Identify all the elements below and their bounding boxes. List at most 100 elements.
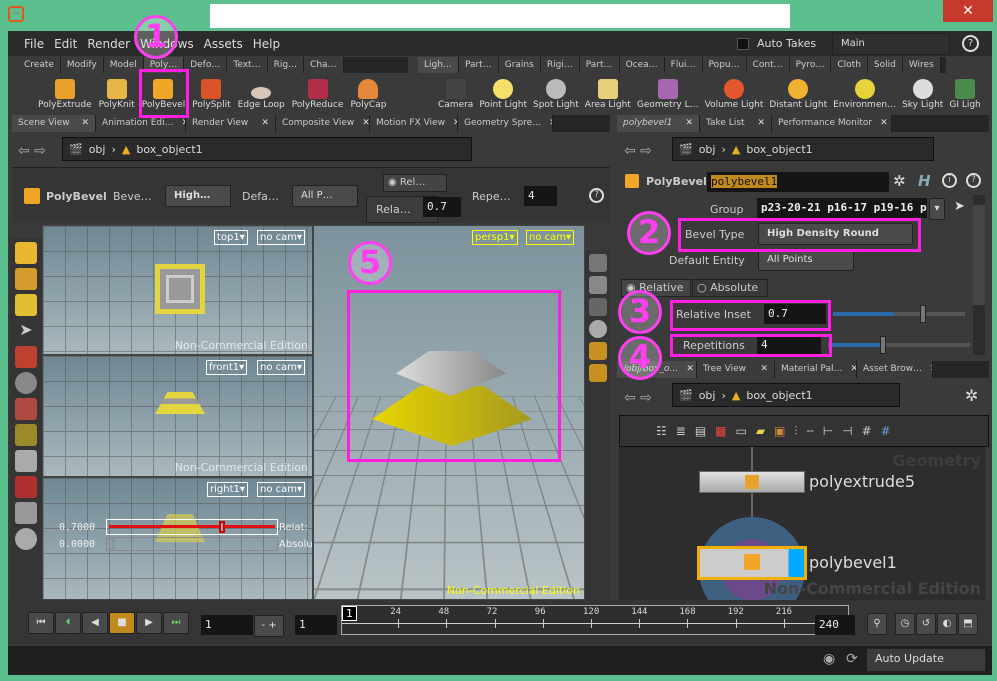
handle-tool-icon[interactable] <box>15 294 37 316</box>
audio-icon[interactable]: ◐ <box>937 613 957 635</box>
persp-view-menu[interactable]: persp1▾ <box>472 230 518 245</box>
tree-icon[interactable]: ☷ <box>656 424 667 438</box>
current-frame-field[interactable]: 1 <box>201 615 253 635</box>
render-icon[interactable] <box>15 528 37 550</box>
path-obj[interactable]: obj <box>699 143 716 156</box>
align-icon[interactable]: ⫶ <box>794 424 797 439</box>
viewport-front[interactable]: front1▾ no cam▾ Non-Commercial Edition <box>42 355 313 477</box>
tab-take-list[interactable]: Take List ✕ <box>700 115 772 132</box>
transform-tool-icon[interactable] <box>15 268 37 290</box>
menu-help[interactable]: Help <box>253 37 280 51</box>
box-icon[interactable]: ▭ <box>736 424 747 438</box>
rotate-icon[interactable] <box>15 372 37 394</box>
loop-icon[interactable]: ↺ <box>916 613 936 635</box>
tool-polyextrude[interactable]: PolyExtrude <box>38 79 92 110</box>
shelf-tab-create[interactable]: Create <box>18 57 61 74</box>
rel-tab[interactable]: ◉ Rel… <box>383 174 447 192</box>
node-polybevel1[interactable] <box>697 546 807 580</box>
camera-menu[interactable]: no cam▾ <box>526 230 575 245</box>
grid-icon[interactable]: # <box>881 424 891 438</box>
align-left-icon[interactable]: ⊢ <box>823 424 833 438</box>
shelf-tab-model[interactable]: Model <box>103 57 144 74</box>
path-obj[interactable]: obj <box>699 389 716 402</box>
menu-render[interactable]: Render <box>87 37 130 51</box>
path-obj[interactable]: obj <box>89 143 106 156</box>
global-anim-icon[interactable]: ⬒ <box>958 613 978 635</box>
shelf-tab-lights[interactable]: Ligh… <box>418 57 459 74</box>
shelf-tab-rigging[interactable]: Rig… <box>267 57 305 74</box>
render-ball-icon[interactable] <box>588 364 607 382</box>
path-object[interactable]: box_object1 <box>746 143 812 156</box>
list-icon[interactable]: ≣ <box>676 424 686 438</box>
scale-icon[interactable] <box>15 398 37 420</box>
snap-icon[interactable] <box>588 298 607 316</box>
magnet-icon[interactable] <box>15 476 37 498</box>
shelf-tab-modify[interactable]: Modify <box>60 57 104 74</box>
tab-absolute[interactable]: ○ Absolute <box>692 279 768 297</box>
close-button[interactable]: ✕ <box>943 0 993 22</box>
tool-edge-loop[interactable]: Edge Loop <box>238 87 285 110</box>
absolute-inset-handle[interactable] <box>106 537 278 551</box>
frame-step-buttons[interactable]: - + <box>254 615 284 637</box>
tab-tree-view[interactable]: Tree View ✕ <box>697 361 775 378</box>
info-icon[interactable]: i <box>942 173 957 188</box>
start-frame-field[interactable]: 1 <box>295 615 337 635</box>
sticky-note-icon[interactable]: ▰ <box>756 424 765 438</box>
palette-icon[interactable]: ▦ <box>715 424 726 438</box>
align-right-icon[interactable]: ⊣ <box>842 424 852 438</box>
arrow-select-icon[interactable]: ➤ <box>15 320 37 342</box>
scene-path-bar[interactable]: 🎬 obj › ▲ box_object1 <box>62 137 472 161</box>
tool-polyreduce[interactable]: PolyReduce <box>292 79 343 110</box>
relative-inset-handle[interactable] <box>106 519 278 535</box>
tab-render-view[interactable]: Render View ✕ <box>186 115 276 132</box>
viewport-right[interactable]: right1▾ no cam▾ 0.7000 Relat: 0.0000 Abs… <box>42 477 313 600</box>
auto-takes-checkbox[interactable] <box>737 38 749 50</box>
light-icon[interactable] <box>588 342 607 360</box>
tab-performance-monitor[interactable]: Performance Monitor ✕ <box>772 115 892 132</box>
frame-marker[interactable]: 1 <box>342 606 357 621</box>
tool-gi-light[interactable]: GI Ligh <box>949 79 981 110</box>
keyframe-icon[interactable]: ⚲ <box>867 613 887 635</box>
shelf-tab-container[interactable]: Cont… <box>746 57 790 74</box>
refresh-icon[interactable]: ⟳ <box>846 651 858 667</box>
play-reverse-button[interactable]: ◀ <box>82 612 108 634</box>
subnet-icon[interactable]: ▣ <box>774 424 785 438</box>
tool-polyknit[interactable]: PolyKnit <box>99 79 135 110</box>
camera-menu[interactable]: no cam▾ <box>257 360 306 375</box>
repe-field[interactable]: 4 <box>524 186 557 206</box>
play-button[interactable]: ▶ <box>136 612 162 634</box>
select-arrow-icon[interactable]: ➤ <box>954 199 965 214</box>
tab-asset-browser[interactable]: Asset Brow…✕ <box>857 361 933 378</box>
brain-icon[interactable]: ◉ <box>823 651 835 667</box>
menu-edit[interactable]: Edit <box>54 37 77 51</box>
param-path-bar[interactable]: 🎬 obj › ▲ box_object1 <box>672 137 934 161</box>
network-nav-arrows[interactable]: ⇦ ⇨ <box>624 390 652 406</box>
shelf-tab-ocean[interactable]: Ocea… <box>619 57 665 74</box>
realtime-icon[interactable]: ◷ <box>895 613 915 635</box>
shelf-tab-fluid[interactable]: Flui… <box>664 57 703 74</box>
help-icon[interactable]: ? <box>962 35 979 52</box>
top-view-menu[interactable]: top1▾ <box>214 230 248 245</box>
move-icon[interactable] <box>15 346 37 368</box>
shelf-tab-cloth[interactable]: Cloth <box>831 57 868 74</box>
default-entity-select[interactable]: All Points <box>758 249 854 271</box>
viewport-top[interactable]: top1▾ no cam▾ Non-Commercial Edition <box>42 225 313 355</box>
menu-file[interactable]: File <box>24 37 44 51</box>
path-object[interactable]: box_object1 <box>746 389 812 402</box>
tool-sky-light[interactable]: Sky Light <box>902 79 943 110</box>
stop-button[interactable]: ■ <box>109 612 135 634</box>
jump-end-button[interactable]: ⏭ <box>163 612 189 634</box>
node-polyextrude5[interactable] <box>699 471 805 493</box>
right-view-menu[interactable]: right1▾ <box>207 482 248 497</box>
jump-start-button[interactable]: ⏮ <box>28 612 54 634</box>
desktop-select[interactable]: Main <box>832 33 950 55</box>
network-path-bar[interactable]: 🎬 obj › ▲ box_object1 <box>672 383 900 407</box>
tool-spot-light[interactable]: Spot Light <box>533 79 579 110</box>
tab-composite-view[interactable]: Composite View ✕ <box>276 115 370 132</box>
tab-scene-view[interactable]: Scene View ✕ <box>12 115 96 132</box>
bevel-type-select[interactable]: High… <box>165 185 231 207</box>
camera-menu[interactable]: no cam▾ <box>257 482 306 497</box>
display-icon[interactable] <box>588 254 607 272</box>
shelf-tab-pyro[interactable]: Pyro… <box>789 57 832 74</box>
shelf-tab-texture[interactable]: Text… <box>227 57 268 74</box>
